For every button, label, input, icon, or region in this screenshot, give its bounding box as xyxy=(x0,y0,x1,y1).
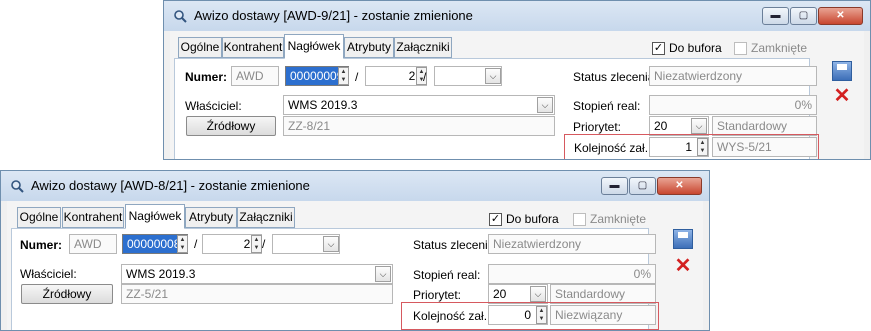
numer-number-stepper[interactable]: ▲ ▼ xyxy=(338,67,349,85)
tab-zalaczniki[interactable]: Załączniki xyxy=(237,207,295,228)
kolejnosc-stepper[interactable]: ▲ ▼ xyxy=(536,306,547,324)
maximize-button[interactable]: ▢ xyxy=(790,7,817,25)
chevron-down-icon[interactable]: ⌵ xyxy=(530,286,546,302)
title-bar[interactable]: Awizo dostawy [AWD-8/21] - zostanie zmie… xyxy=(1,171,709,201)
window-awd-8: Awizo dostawy [AWD-8/21] - zostanie zmie… xyxy=(0,170,710,331)
chevron-down-icon[interactable]: ⌵ xyxy=(375,266,391,282)
numer-separator-1: / xyxy=(194,237,198,251)
priorytet-desc-field: Standardowy xyxy=(712,116,817,136)
zrodlowy-field: ZZ-8/21 xyxy=(283,116,555,136)
chevron-down-icon[interactable]: ⌵ xyxy=(537,97,553,113)
tab-naglowek[interactable]: Nagłówek xyxy=(284,34,344,59)
numer-label: Numer: xyxy=(185,70,228,84)
zrodlowy-button[interactable]: Źródłowy xyxy=(186,116,276,136)
close-button[interactable]: ✕ xyxy=(818,7,863,25)
tab-naglowek[interactable]: Nagłówek xyxy=(125,204,185,229)
kolejnosc-desc-field: Niezwiązany xyxy=(550,305,656,325)
do-bufora-checkbox[interactable]: ✓ xyxy=(652,42,665,55)
minimize-button[interactable]: ▬ xyxy=(601,177,628,195)
stopien-field: 0% xyxy=(649,95,817,115)
numer-label: Numer: xyxy=(20,238,63,252)
wlasciciel-select[interactable]: WMS 2019.3 xyxy=(283,95,555,115)
tab-zalaczniki[interactable]: Załączniki xyxy=(394,37,452,58)
numer-month-stepper[interactable]: ▲ ▼ xyxy=(251,235,262,253)
priorytet-desc-field: Standardowy xyxy=(550,284,656,304)
kolejnosc-desc-field: WYS-5/21 xyxy=(712,137,817,157)
minimize-button[interactable]: ▬ xyxy=(762,7,789,25)
chevron-down-icon[interactable]: ⌵ xyxy=(323,236,339,252)
status-field: Niezatwierdzony xyxy=(649,66,817,86)
do-bufora-label: Do bufora xyxy=(506,212,559,226)
tab-kontrahent[interactable]: Kontrahent xyxy=(222,37,284,58)
kolejnosc-label: Kolejność zał.: xyxy=(574,141,652,155)
tab-atrybuty[interactable]: Atrybuty xyxy=(185,207,237,228)
window-awd-9: Awizo dostawy [AWD-9/21] - zostanie zmie… xyxy=(163,0,871,160)
numer-prefix-field: AWD xyxy=(231,66,279,86)
maximize-button[interactable]: ▢ xyxy=(629,177,656,195)
window-title: Awizo dostawy [AWD-9/21] - zostanie zmie… xyxy=(194,8,473,23)
title-bar[interactable]: Awizo dostawy [AWD-9/21] - zostanie zmie… xyxy=(164,1,870,31)
zamkniete-label: Zamknięte xyxy=(590,212,647,226)
numer-separator-2: / xyxy=(423,70,427,84)
save-icon[interactable] xyxy=(673,229,693,249)
numer-prefix-field: AWD xyxy=(69,234,117,254)
do-bufora-checkbox[interactable]: ✓ xyxy=(489,213,502,226)
chevron-down-icon[interactable]: ⌵ xyxy=(485,68,501,84)
kolejnosc-stepper[interactable]: ▲ ▼ xyxy=(697,138,708,156)
tab-ogolne[interactable]: Ogólne xyxy=(17,207,61,228)
tab-kontrahent[interactable]: Kontrahent xyxy=(62,207,124,228)
close-button[interactable]: ✕ xyxy=(657,177,702,195)
tab-atrybuty[interactable]: Atrybuty xyxy=(344,37,394,58)
maximize-icon: ▢ xyxy=(637,180,648,191)
minimize-icon: ▬ xyxy=(770,10,781,21)
status-field: Niezatwierdzony xyxy=(488,234,656,254)
zrodlowy-field: ZZ-5/21 xyxy=(121,284,393,304)
delete-icon[interactable]: ✕ xyxy=(832,86,852,107)
wlasciciel-label: Właściciel: xyxy=(20,267,77,281)
search-doc-icon xyxy=(174,10,187,23)
save-icon[interactable] xyxy=(832,61,852,81)
numer-number-stepper[interactable]: ▲ ▼ xyxy=(177,235,188,253)
priorytet-label: Priorytet: xyxy=(573,120,622,134)
stopien-label: Stopień real: xyxy=(573,99,641,113)
zamkniete-checkbox[interactable] xyxy=(573,213,586,226)
priorytet-label: Priorytet: xyxy=(413,288,462,302)
close-icon: ✕ xyxy=(836,10,845,21)
status-label: Status zlecenia: xyxy=(573,70,658,84)
wlasciciel-select[interactable]: WMS 2019.3 xyxy=(121,264,393,284)
kolejnosc-label: Kolejność zał.: xyxy=(413,309,491,323)
wlasciciel-label: Właściciel: xyxy=(185,99,242,113)
status-label: Status zlecenia: xyxy=(413,238,498,252)
stopien-field: 0% xyxy=(488,264,656,284)
numer-separator-1: / xyxy=(355,70,359,84)
stopien-label: Stopień real: xyxy=(413,268,481,282)
close-icon: ✕ xyxy=(675,180,684,191)
window-title: Awizo dostawy [AWD-8/21] - zostanie zmie… xyxy=(31,178,310,193)
zamkniete-checkbox[interactable] xyxy=(734,42,747,55)
minimize-icon: ▬ xyxy=(609,180,620,191)
zamkniete-label: Zamknięte xyxy=(751,41,808,55)
search-doc-icon xyxy=(11,180,24,193)
chevron-down-icon[interactable]: ⌵ xyxy=(691,118,707,134)
maximize-icon: ▢ xyxy=(798,10,809,21)
delete-icon[interactable]: ✕ xyxy=(673,256,693,277)
zrodlowy-button[interactable]: Źródłowy xyxy=(21,284,113,304)
do-bufora-label: Do bufora xyxy=(669,41,722,55)
numer-separator-2: / xyxy=(262,237,266,251)
tab-ogolne[interactable]: Ogólne xyxy=(178,37,222,58)
